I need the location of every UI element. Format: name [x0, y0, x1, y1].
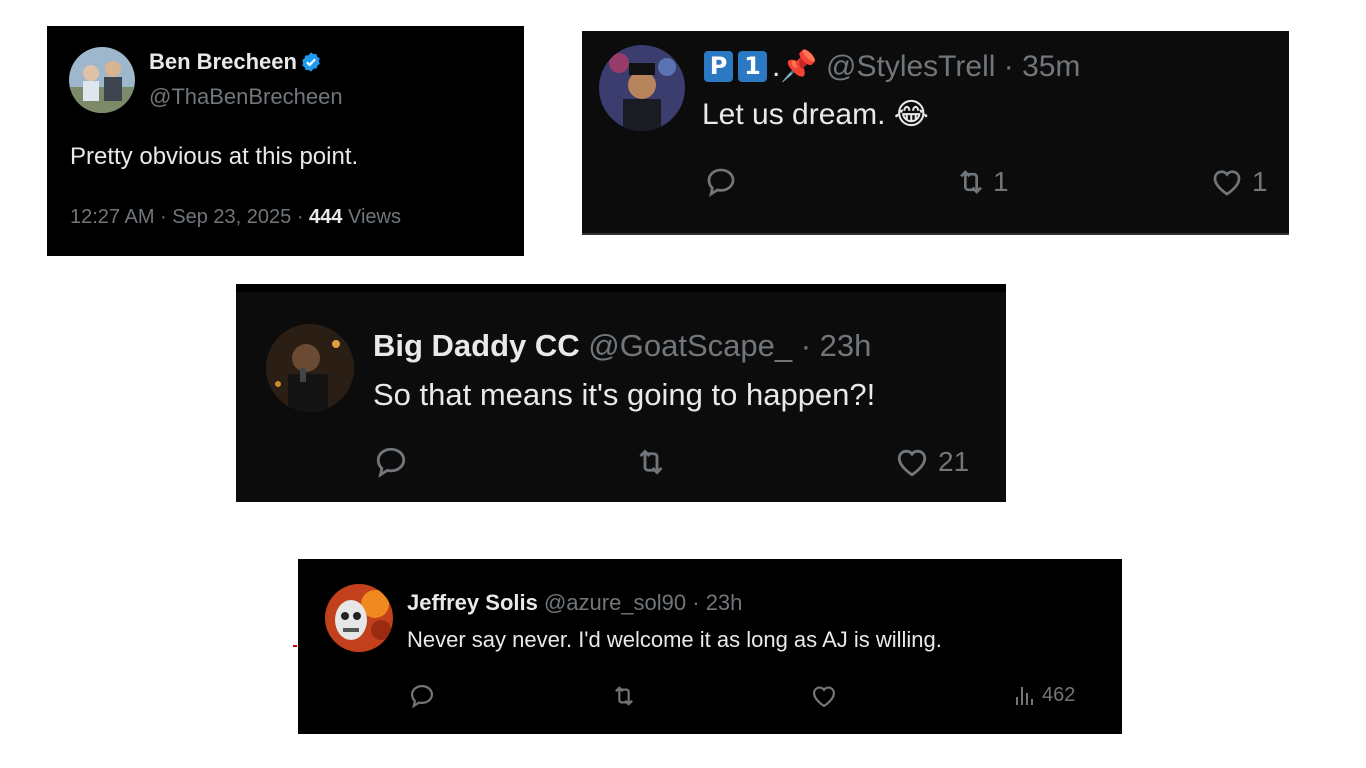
like-button[interactable]: 1: [1210, 165, 1268, 199]
tweet-text: Let us dream. 😂: [702, 98, 929, 131]
handle-time[interactable]: @azure_sol90 · 23h: [538, 590, 742, 615]
views-label: Views: [342, 206, 401, 228]
tweet-text: Pretty obvious at this point.: [70, 143, 359, 170]
avatar[interactable]: [69, 47, 135, 113]
timestamp[interactable]: 12:27 AM · Sep 23, 2025 ·: [70, 206, 309, 228]
divider: [236, 284, 1006, 292]
reply-icon: [410, 684, 434, 709]
tweet-text: Never say never. I'd welcome it as long …: [407, 627, 942, 652]
retweet-icon: [639, 449, 663, 475]
tweet-header: Big Daddy CC @GoatScape_ · 23h: [373, 328, 871, 364]
divider: [582, 233, 1289, 235]
display-name[interactable]: Jeffrey Solis: [407, 590, 538, 615]
like-count: 21: [938, 446, 970, 477]
tweet-card-stylestrell[interactable]: P 1 .📌 @StylesTrell · 35m Let us dream. 😂 …: [582, 31, 1289, 235]
reply-button[interactable]: [408, 682, 436, 710]
handle-time[interactable]: @GoatScape_ · 23h: [580, 328, 871, 363]
tweet-card-jeffrey-solis[interactable]: Jeffrey Solis @azure_sol90 · 23h Never s…: [298, 559, 1122, 734]
tweet-header: P 1 .📌 @StylesTrell · 35m: [704, 49, 1080, 84]
retweet-button[interactable]: [632, 444, 670, 480]
views-icon: [1016, 687, 1033, 705]
tweet-text: So that means it's going to happen?!: [373, 377, 876, 412]
badge-p: P: [704, 51, 733, 82]
tweet-card-ben-brecheen[interactable]: Ben Brecheen @ThaBenBrecheen Pretty obvi…: [47, 26, 524, 256]
retweet-button[interactable]: 1: [953, 165, 1009, 199]
avatar[interactable]: [266, 324, 354, 412]
handle-time[interactable]: @StylesTrell · 35m: [818, 50, 1080, 83]
avatar[interactable]: [325, 584, 393, 652]
like-icon: [812, 686, 836, 708]
like-button[interactable]: [810, 682, 838, 710]
avatar[interactable]: [599, 45, 685, 131]
verified-icon: [300, 51, 322, 79]
retweet-icon: [960, 170, 982, 194]
stray-mark: [293, 645, 297, 647]
retweet-button[interactable]: [609, 682, 639, 710]
handle[interactable]: @ThaBenBrecheen: [149, 84, 343, 110]
reply-button[interactable]: [373, 444, 409, 480]
reply-icon: [707, 168, 735, 197]
retweet-icon: [615, 686, 633, 706]
display-name[interactable]: .📌: [772, 50, 818, 83]
reply-button[interactable]: [704, 165, 738, 199]
retweet-count: 1: [993, 166, 1009, 197]
reply-icon: [376, 447, 406, 478]
views-button[interactable]: 462: [1014, 683, 1075, 707]
views-count: 444: [309, 206, 343, 228]
views-count: 462: [1042, 683, 1076, 706]
badge-1: 1: [738, 51, 767, 82]
tweet-card-big-daddy-cc[interactable]: Big Daddy CC @GoatScape_ · 23h So that m…: [236, 284, 1006, 502]
like-button[interactable]: 21: [894, 444, 969, 480]
tweet-header: Jeffrey Solis @azure_sol90 · 23h: [407, 590, 742, 616]
like-count: 1: [1252, 166, 1268, 197]
like-icon: [897, 449, 927, 477]
display-name[interactable]: Ben Brecheen: [149, 49, 322, 79]
display-name[interactable]: Big Daddy CC: [373, 328, 580, 363]
tweet-meta: 12:27 AM · Sep 23, 2025 · 444 Views: [70, 206, 401, 229]
display-name-text: Ben Brecheen: [149, 49, 297, 74]
like-icon: [1213, 170, 1241, 196]
